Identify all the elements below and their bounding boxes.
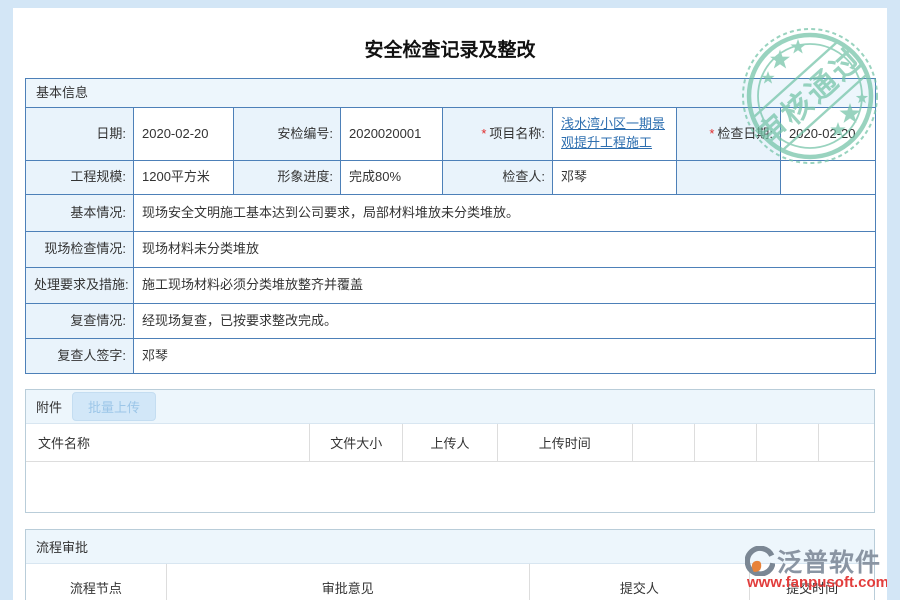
field-label-project: *项目名称: [443,108,553,161]
field-value-review: 经现场复查，已按要求整改完成。 [134,304,876,339]
field-label-check-date: *检查日期: [677,108,781,161]
attachments-title-bar: 附件 批量上传 [26,390,874,424]
page-title: 安全检查记录及整改 [13,35,887,62]
approval-header-row: 流程节点 审批意见 提交人 提交时间 [26,564,874,600]
field-label-code: 安检编号: [234,108,341,161]
column-header-approval-opinion: 审批意见 [166,564,529,600]
field-value-code: 2020020001 [341,108,443,161]
content-area: 安全检查记录及整改 基本信息 日期: 2020-02-20 安检编号: 2020… [13,8,887,600]
attachments-table: 文件名称 文件大小 上传人 上传时间 [26,424,874,462]
approval-panel: 流程审批 流程节点 审批意见 提交人 提交时间 [25,529,875,600]
approval-label: 流程审批 [36,537,88,556]
column-header-file-name: 文件名称 [26,424,310,461]
column-header-uploader: 上传人 [403,424,497,461]
field-label-review: 复查情况: [26,304,134,339]
field-value-review-sign: 邓琴 [134,339,876,374]
table-row: 处理要求及措施: 施工现场材料必须分类堆放整齐并覆盖 [26,268,876,304]
field-label-basic: 基本情况: [26,195,134,232]
basic-info-table: 基本信息 日期: 2020-02-20 安检编号: 2020020001 *项目… [25,78,876,374]
required-asterisk: * [709,126,714,141]
column-header-file-size: 文件大小 [310,424,403,461]
field-value-progress: 完成80% [341,161,443,195]
field-value-site-check: 现场材料未分类堆放 [134,232,876,268]
project-link[interactable]: 浅水湾小区一期景观提升工程施工 [561,116,665,150]
field-value-project: 浅水湾小区一期景观提升工程施工 [553,108,677,161]
table-row: 复查人签字: 邓琴 [26,339,876,374]
table-row: 日期: 2020-02-20 安检编号: 2020020001 *项目名称: 浅… [26,108,876,161]
field-label-inspector: 检查人: [443,161,553,195]
column-header-empty [757,424,819,461]
field-label-measures: 处理要求及措施: [26,268,134,304]
field-value-scale: 1200平方米 [134,161,234,195]
approval-table: 流程节点 审批意见 提交人 提交时间 [26,564,874,600]
required-asterisk: * [481,126,486,141]
field-label-review-sign: 复查人签字: [26,339,134,374]
batch-upload-button[interactable]: 批量上传 [72,392,156,421]
attachments-header-row: 文件名称 文件大小 上传人 上传时间 [26,424,874,461]
field-label-progress: 形象进度: [234,161,341,195]
field-label-site-check: 现场检查情况: [26,232,134,268]
attachments-label: 附件 [36,397,62,416]
field-label-text: 检查日期: [717,126,773,141]
table-row: 基本情况: 现场安全文明施工基本达到公司要求，局部材料堆放未分类堆放。 [26,195,876,232]
column-header-submit-time: 提交时间 [750,564,874,600]
approval-title-bar: 流程审批 [26,530,874,564]
table-row: 现场检查情况: 现场材料未分类堆放 [26,232,876,268]
page: { "title": "安全检查记录及整改", "stamp": { "text… [0,0,900,600]
column-header-empty [632,424,694,461]
field-value-empty [781,161,876,195]
field-value-check-date: 2020-02-20 [781,108,876,161]
column-header-flow-node: 流程节点 [26,564,166,600]
section-header-basic-info: 基本信息 [26,79,876,108]
field-value-inspector: 邓琴 [553,161,677,195]
field-value-measures: 施工现场材料必须分类堆放整齐并覆盖 [134,268,876,304]
attachments-panel: 附件 批量上传 文件名称 文件大小 上传人 上传时间 [25,389,875,513]
table-row: 复查情况: 经现场复查，已按要求整改完成。 [26,304,876,339]
field-label-empty [677,161,781,195]
field-value-date: 2020-02-20 [134,108,234,161]
field-label-scale: 工程规模: [26,161,134,195]
column-header-empty [819,424,874,461]
column-header-submitter: 提交人 [529,564,750,600]
column-header-empty [695,424,757,461]
field-value-basic: 现场安全文明施工基本达到公司要求，局部材料堆放未分类堆放。 [134,195,876,232]
field-label-text: 项目名称: [489,126,545,141]
field-label-date: 日期: [26,108,134,161]
table-row: 工程规模: 1200平方米 形象进度: 完成80% 检查人: 邓琴 [26,161,876,195]
column-header-upload-time: 上传时间 [497,424,632,461]
